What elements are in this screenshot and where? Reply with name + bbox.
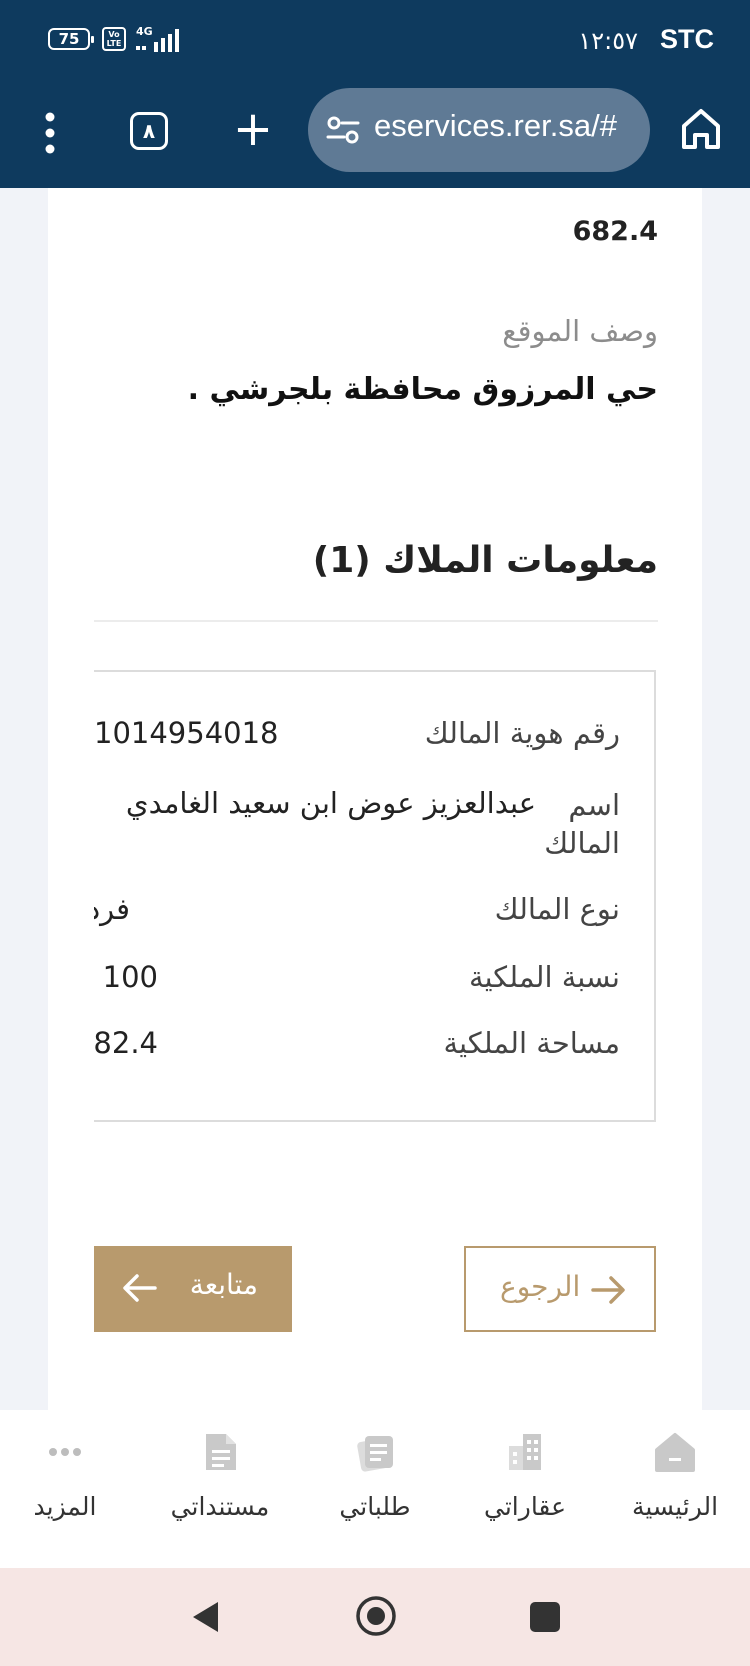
property-area: 682.4 <box>572 216 658 247</box>
address-bar[interactable]: eservices.rer.sa/# <box>308 88 650 172</box>
clock: ١٢:٥٧ <box>578 27 638 55</box>
back-triangle-icon[interactable] <box>190 1600 220 1634</box>
battery-icon: 75 <box>48 28 94 50</box>
owner-type-label: نوع المالك <box>494 892 620 926</box>
location-label: وصف الموقع <box>502 314 658 348</box>
kebab-menu-icon[interactable] <box>36 108 64 158</box>
owners-section-title: معلومات الملاك (1) <box>312 540 658 581</box>
back-button-label: الرجوع <box>500 1270 581 1303</box>
nav-item-properties[interactable]: عقاراتي <box>450 1430 600 1550</box>
nav-item-documents[interactable]: مستنداتي <box>145 1430 295 1550</box>
signal-icon: 4G <box>136 25 179 52</box>
tab-switcher-button[interactable]: ٨ <box>130 112 168 150</box>
recent-apps-icon[interactable] <box>530 1602 560 1632</box>
ownership-area-value: 682.4 <box>94 1026 158 1060</box>
owner-id-value: 1014954018 <box>94 716 279 750</box>
url-text[interactable]: eservices.rer.sa/# <box>374 108 642 144</box>
requests-icon <box>357 1436 393 1472</box>
owner-name-label: اسم المالك <box>544 788 620 860</box>
owner-card: رقم هوية المالك 1014954018 اسم المالك عب… <box>94 670 656 1122</box>
ownership-percent-label: نسبة الملكية <box>468 960 620 994</box>
owner-name-value: عبدالعزيز عوض ابن سعيد الغامدي <box>125 786 536 820</box>
ownership-percent-value: 100 % <box>94 960 158 994</box>
status-bar: 75 Vo LTE 4G ١٢:٥٧ STC <box>0 0 750 82</box>
browser-toolbar: ٨ + eservices.rer.sa/# <box>0 82 750 188</box>
nav-label-more: المزيد <box>33 1492 97 1521</box>
nav-label-properties: عقاراتي <box>484 1492 566 1521</box>
nav-label-documents: مستنداتي <box>170 1492 270 1521</box>
page-content: 682.4 وصف الموقع حي المرزوق محافظة بلجرش… <box>0 188 750 1410</box>
nav-label-requests: طلباتي <box>339 1492 411 1521</box>
nav-item-home[interactable]: الرئيسية <box>600 1430 750 1550</box>
home-icon <box>655 1433 695 1472</box>
continue-button[interactable]: متابعة <box>94 1246 292 1332</box>
document-icon <box>206 1434 236 1470</box>
location-value: حي المرزوق محافظة بلجرشي . <box>187 372 658 407</box>
bottom-navigation: الرئيسية عقاراتي طلباتي مستنداتي المزيد <box>0 1410 750 1568</box>
volte-icon: Vo LTE <box>102 27 126 51</box>
owner-type-value: فرد <box>94 892 130 926</box>
building-icon <box>509 1434 541 1470</box>
carrier-name: STC <box>660 24 714 54</box>
nav-item-more[interactable]: المزيد <box>0 1430 140 1550</box>
back-button[interactable]: الرجوع <box>464 1246 656 1332</box>
owner-id-label: رقم هوية المالك <box>424 716 620 750</box>
system-navigation <box>0 1568 750 1666</box>
arrow-left-icon <box>123 1274 157 1302</box>
divider <box>94 620 658 622</box>
ownership-area-label: مساحة الملكية <box>443 1026 620 1060</box>
home-circle-icon[interactable] <box>354 1594 398 1638</box>
more-icon <box>49 1448 81 1456</box>
nav-label-home: الرئيسية <box>631 1492 719 1521</box>
site-settings-icon[interactable] <box>326 114 360 146</box>
new-tab-button[interactable]: + <box>230 104 276 156</box>
network-type: 4G <box>136 25 153 38</box>
nav-item-requests[interactable]: طلباتي <box>300 1430 450 1550</box>
home-icon[interactable] <box>680 106 722 152</box>
arrow-right-icon <box>591 1276 625 1304</box>
continue-button-label: متابعة <box>189 1268 258 1301</box>
